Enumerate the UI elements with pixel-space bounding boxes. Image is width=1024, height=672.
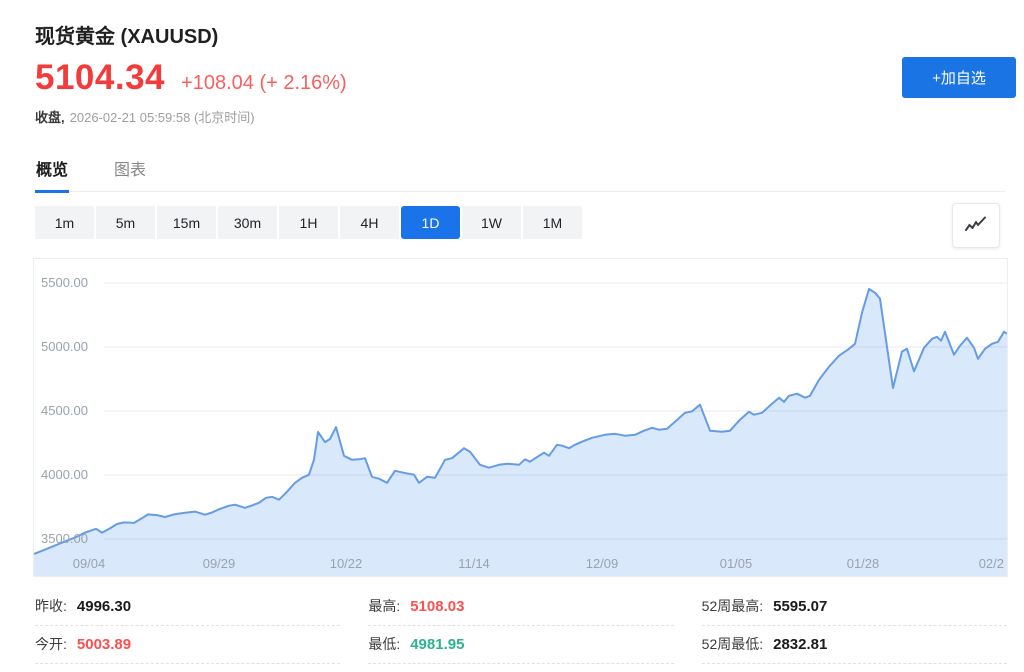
x-axis-label: 02/2: [979, 556, 1004, 572]
stat-value: 5108.03: [410, 598, 464, 615]
range-toolbar: 1m5m15m30m1H4H1D1W1M: [35, 206, 582, 239]
stat-prev-close: 昨收: 4996.30: [35, 588, 340, 626]
quote-timestamp: 2026-02-21 05:59:58 (北京时间): [70, 110, 255, 125]
range-button-30m[interactable]: 30m: [218, 206, 277, 239]
stat-label: 52周最高:: [702, 596, 763, 616]
stat-value: 5595.07: [773, 598, 827, 615]
tabs: 概览 图表: [35, 155, 1005, 192]
y-axis-label: 4500.00: [41, 402, 88, 419]
x-axis-label: 12/09: [586, 556, 619, 572]
x-axis-label: 01/28: [847, 556, 880, 572]
y-axis-label: 5500.00: [41, 274, 88, 291]
price-row: 5104.34 +108.04 (+ 2.16%): [35, 58, 347, 98]
market-status-label: 收盘,: [35, 110, 65, 125]
range-button-5m[interactable]: 5m: [96, 206, 155, 239]
page-title: 现货黄金 (XAUUSD): [35, 20, 218, 49]
x-axis-label: 10/22: [330, 556, 363, 572]
stat-label: 昨收:: [35, 596, 67, 616]
stats-grid: 昨收: 4996.30 最高: 5108.03 52周最高: 5595.07 今开: 5003…: [35, 588, 1007, 664]
range-button-1W[interactable]: 1W: [462, 206, 521, 239]
y-axis-label: 3500.00: [41, 530, 88, 547]
stat-52wk-high: 52周最高: 5595.07: [702, 588, 1007, 626]
stat-label: 今开:: [35, 634, 67, 654]
stat-label: 最高:: [368, 596, 400, 616]
stat-open: 今开: 5003.89: [35, 626, 340, 664]
price-area-fill: [34, 289, 1007, 576]
range-button-1m[interactable]: 1m: [35, 206, 94, 239]
range-button-1D[interactable]: 1D: [401, 206, 460, 239]
stat-label: 52周最低:: [702, 634, 763, 654]
stat-value: 5003.89: [77, 636, 131, 653]
x-axis-label: 09/29: [203, 556, 236, 572]
x-axis-label: 11/14: [458, 556, 490, 572]
range-button-15m[interactable]: 15m: [157, 206, 216, 239]
tab-chart[interactable]: 图表: [113, 155, 147, 191]
quote-page: 现货黄金 (XAUUSD) 5104.34 +108.04 (+ 2.16%) …: [0, 0, 1024, 672]
price-change: +108.04 (+ 2.16%): [181, 72, 347, 95]
chart-style-button[interactable]: [952, 203, 1000, 248]
stat-label: 最低:: [368, 634, 400, 654]
y-axis-label: 5000.00: [41, 338, 88, 355]
stat-high: 最高: 5108.03: [368, 588, 673, 626]
stat-low: 最低: 4981.95: [368, 626, 673, 664]
stat-value: 4981.95: [410, 636, 464, 653]
range-button-4H[interactable]: 4H: [340, 206, 399, 239]
tab-overview[interactable]: 概览: [35, 155, 69, 191]
stat-value: 2832.81: [773, 636, 827, 653]
price-chart-canvas: [34, 259, 1007, 576]
y-axis-label: 4000.00: [41, 466, 88, 483]
range-button-1M[interactable]: 1M: [523, 206, 582, 239]
add-watchlist-button[interactable]: +加自选: [902, 57, 1016, 98]
stat-value: 4996.30: [77, 598, 131, 615]
market-status-row: 收盘, 2026-02-21 05:59:58 (北京时间): [35, 110, 255, 126]
x-axis-label: 09/04: [73, 556, 106, 572]
last-price: 5104.34: [35, 58, 165, 98]
range-button-1H[interactable]: 1H: [279, 206, 338, 239]
line-chart-icon: [964, 216, 988, 236]
price-chart[interactable]: 5500.00 5000.00 4500.00 4000.00 3500.00 09/04…: [33, 258, 1008, 577]
stat-52wk-low: 52周最低: 2832.81: [702, 626, 1007, 664]
x-axis-label: 01/05: [720, 556, 753, 572]
